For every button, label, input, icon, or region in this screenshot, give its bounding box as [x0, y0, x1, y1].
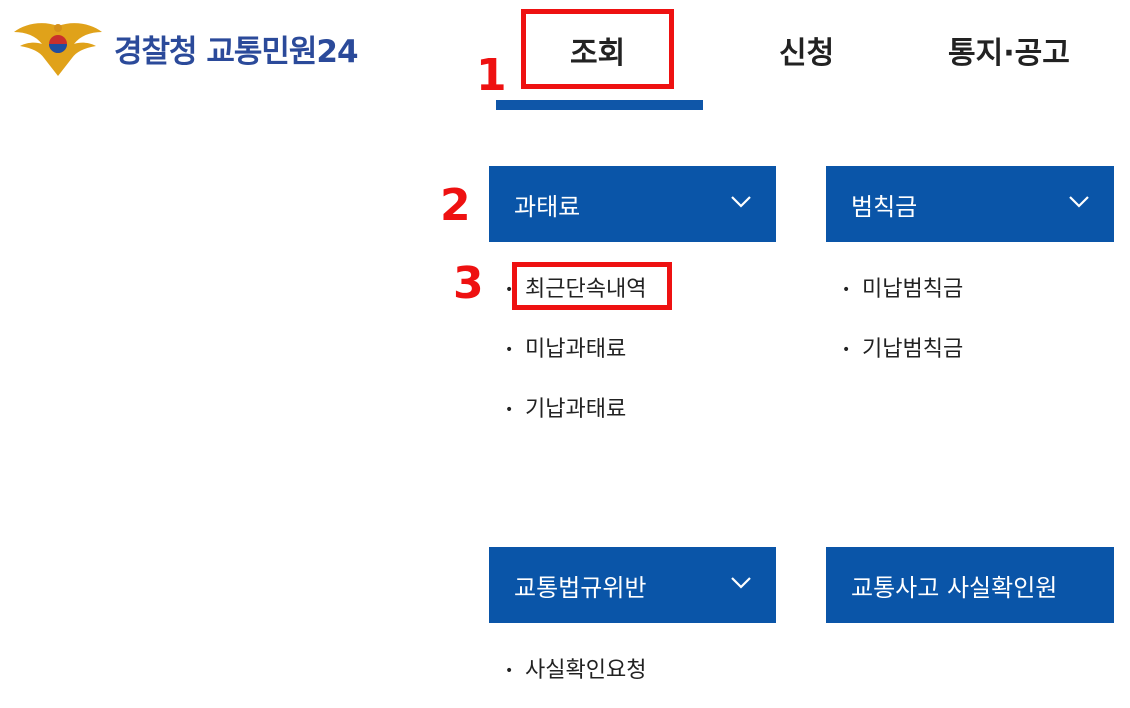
- submenu-item-recent-violations[interactable]: • 최근단속내역: [505, 271, 646, 303]
- submenu-item-paid-fines[interactable]: • 기납과태료: [505, 391, 626, 423]
- submenu-item-label: 기납범칙금: [862, 337, 964, 362]
- submenu-item-label: 최근단속내역: [525, 277, 647, 302]
- submenu-item-label: 미납과태료: [525, 337, 627, 362]
- menu-header-accident-certificate[interactable]: 교통사고 사실확인원: [826, 547, 1114, 623]
- police-emblem-icon: [14, 23, 102, 76]
- menu-header-label: 교통법규위반: [514, 573, 647, 602]
- step-number-1: 1: [476, 50, 507, 101]
- active-tab-indicator: [496, 100, 703, 110]
- chevron-down-icon: [731, 577, 751, 589]
- submenu-item-unpaid-penalty[interactable]: • 미납범칙금: [842, 271, 963, 303]
- tab-inquiry[interactable]: 조회: [570, 28, 625, 72]
- tab-application[interactable]: 신청: [779, 28, 834, 72]
- menu-header-penalty[interactable]: 범칙금: [826, 166, 1114, 242]
- step-number-3: 3: [453, 258, 484, 309]
- submenu-item-fact-check-request[interactable]: • 사실확인요청: [505, 652, 646, 684]
- chevron-down-icon: [1069, 196, 1089, 208]
- menu-header-label: 교통사고 사실확인원: [851, 573, 1058, 602]
- bullet-icon: •: [505, 342, 514, 358]
- site-name: 경찰청 교통민원24: [114, 33, 359, 70]
- submenu-item-label: 사실확인요청: [525, 658, 647, 683]
- tab-notice[interactable]: 통지·공고: [948, 28, 1070, 72]
- menu-header-label: 과태료: [514, 192, 581, 221]
- bullet-icon: •: [505, 282, 514, 298]
- bullet-icon: •: [505, 402, 514, 418]
- submenu-item-label: 기납과태료: [525, 397, 627, 422]
- submenu-item-unpaid-fines[interactable]: • 미납과태료: [505, 331, 626, 363]
- bullet-icon: •: [505, 663, 514, 679]
- submenu-item-label: 미납범칙금: [862, 277, 964, 302]
- bullet-icon: •: [842, 282, 851, 298]
- menu-header-fine[interactable]: 과태료: [489, 166, 776, 242]
- menu-header-traffic-violation[interactable]: 교통법규위반: [489, 547, 776, 623]
- site-logo[interactable]: 경찰청 교통민원24: [12, 18, 359, 78]
- menu-header-label: 범칙금: [851, 192, 918, 221]
- chevron-down-icon: [731, 196, 751, 208]
- step-number-2: 2: [440, 180, 471, 231]
- submenu-item-paid-penalty[interactable]: • 기납범칙금: [842, 331, 963, 363]
- bullet-icon: •: [842, 342, 851, 358]
